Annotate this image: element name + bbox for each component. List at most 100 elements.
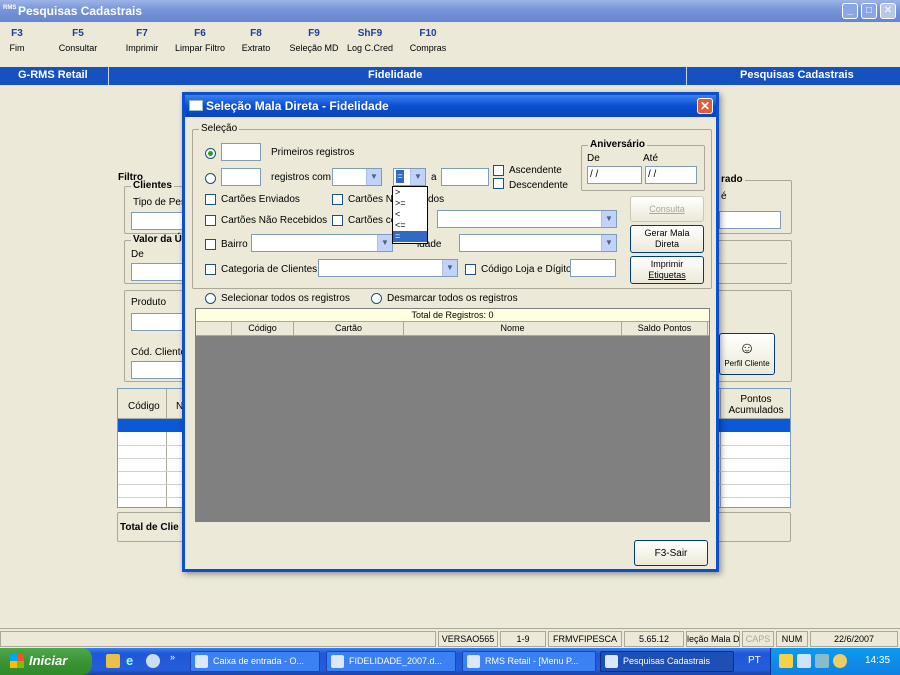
chevron-down-icon: ▼ bbox=[410, 169, 425, 185]
close-button[interactable]: ✕ bbox=[880, 3, 896, 19]
taskbar: Iniciar e » Caixa de entrada - O... FIDE… bbox=[0, 648, 900, 675]
operator-option[interactable]: > bbox=[393, 187, 427, 198]
cidade-select[interactable]: ▼ bbox=[459, 234, 617, 252]
operator-option-selected[interactable]: = bbox=[393, 231, 427, 242]
valor-ate-input[interactable] bbox=[441, 168, 489, 186]
sair-button[interactable]: F3-Sair bbox=[634, 540, 708, 566]
valor-group: Valor da Ú De bbox=[124, 234, 191, 284]
primeiros-radio[interactable] bbox=[205, 148, 216, 159]
cartoes-nao-recebidos-checkbox[interactable] bbox=[205, 215, 216, 226]
status-page: 1-9 bbox=[500, 631, 546, 647]
right-filter-group: rado é bbox=[712, 174, 792, 234]
desmarcar-todos-radio[interactable] bbox=[371, 293, 382, 304]
f8-button[interactable]: F8 Extrato bbox=[236, 28, 276, 53]
aniversario-ate-input[interactable]: / / bbox=[645, 166, 697, 184]
selecionar-todos-radio[interactable] bbox=[205, 293, 216, 304]
window-icon bbox=[189, 100, 203, 111]
aniversario-de-input[interactable]: / / bbox=[587, 166, 642, 184]
system-tray: 14:35 bbox=[770, 648, 900, 675]
mala-direta-dialog: Seleção Mala Direta - Fidelidade ✕ Seleç… bbox=[182, 92, 719, 572]
operator-option[interactable]: >= bbox=[393, 198, 427, 209]
f5-button[interactable]: F5 Consultar bbox=[56, 28, 100, 53]
f9-button[interactable]: F9 Seleção MD bbox=[286, 28, 342, 53]
app-icon: RMS bbox=[3, 5, 17, 11]
status-form: FRMVFIPESCA bbox=[548, 631, 622, 647]
operator-dropdown-list[interactable]: > >= < <= = bbox=[392, 186, 428, 244]
chevron-down-icon: ▼ bbox=[377, 235, 392, 251]
col-saldo-pontos: Saldo Pontos bbox=[622, 322, 708, 336]
operator-select[interactable]: = ▼ bbox=[393, 168, 426, 186]
dialog-title: Seleção Mala Direta - Fidelidade bbox=[206, 99, 389, 113]
categoria-checkbox[interactable] bbox=[205, 264, 216, 275]
f3-button[interactable]: F3 Fim bbox=[2, 28, 32, 53]
desktop-icon[interactable] bbox=[106, 654, 120, 668]
start-button[interactable]: Iniciar bbox=[0, 648, 92, 675]
bairro-checkbox[interactable] bbox=[205, 239, 216, 250]
screen-name: Pesquisas Cadastrais bbox=[740, 69, 854, 81]
operator-option[interactable]: < bbox=[393, 209, 427, 220]
chevron-down-icon: ▼ bbox=[601, 235, 616, 251]
f7-button[interactable]: F7 Imprimir bbox=[120, 28, 164, 53]
shf9-button[interactable]: ShF9 Log C.Cred bbox=[343, 28, 397, 53]
task-outlook[interactable]: Caixa de entrada - O... bbox=[190, 651, 320, 672]
status-build: 5.65.12 bbox=[624, 631, 684, 647]
col-codigo: Código bbox=[232, 322, 294, 336]
status-caps: CAPS bbox=[742, 631, 774, 647]
task-pesquisas[interactable]: Pesquisas Cadastrais bbox=[600, 651, 734, 672]
tray-icon[interactable] bbox=[797, 654, 811, 668]
cartoes-select[interactable]: ▼ bbox=[437, 210, 617, 228]
imprimir-etiquetas-button[interactable]: Imprimir Etiquetas bbox=[630, 256, 704, 284]
chevron-down-icon: ▼ bbox=[442, 260, 457, 276]
chevron-down-icon: ▼ bbox=[601, 211, 616, 227]
mail-icon[interactable] bbox=[146, 654, 160, 668]
consulta-button[interactable]: Consulta bbox=[630, 196, 704, 222]
col-pontos: Pontos Acumulados bbox=[728, 394, 784, 416]
dialog-close-button[interactable]: ✕ bbox=[697, 98, 713, 114]
categoria-select[interactable]: ▼ bbox=[318, 259, 458, 277]
module-name: Fidelidade bbox=[368, 69, 423, 81]
operator-option[interactable]: <= bbox=[393, 220, 427, 231]
cartoes-co-checkbox[interactable] bbox=[332, 215, 343, 226]
f10-button[interactable]: F10 Compras bbox=[405, 28, 451, 53]
maximize-button[interactable]: □ bbox=[861, 3, 877, 19]
col-nome: Nome bbox=[404, 322, 622, 336]
status-num: NUM bbox=[776, 631, 808, 647]
ie-icon[interactable]: e bbox=[126, 653, 133, 668]
f6-button[interactable]: F6 Limpar Filtro bbox=[170, 28, 230, 53]
right-group-2 bbox=[712, 240, 792, 284]
codigo-loja-input[interactable] bbox=[570, 259, 616, 277]
campo-select[interactable]: ▼ bbox=[332, 168, 382, 186]
task-word[interactable]: FIDELIDADE_2007.d... bbox=[326, 651, 456, 672]
minimize-button[interactable]: _ bbox=[842, 3, 858, 19]
right-group-3: ☺ Perfil Cliente bbox=[712, 290, 792, 382]
registros-com-radio[interactable] bbox=[205, 173, 216, 184]
tray-icon[interactable] bbox=[779, 654, 793, 668]
language-indicator[interactable]: PT bbox=[748, 655, 761, 666]
codigo-loja-checkbox[interactable] bbox=[465, 264, 476, 275]
status-date: 22/6/2007 bbox=[810, 631, 898, 647]
primeiros-input[interactable] bbox=[221, 143, 261, 161]
descendente-checkbox[interactable] bbox=[493, 178, 504, 189]
perfil-cliente-button[interactable]: ☺ Perfil Cliente bbox=[719, 333, 775, 375]
registros-qtd-input[interactable] bbox=[221, 168, 261, 186]
tray-icon[interactable] bbox=[815, 654, 829, 668]
ascendente-checkbox[interactable] bbox=[493, 165, 504, 176]
app-name: G-RMS Retail bbox=[18, 69, 88, 81]
total-registros-label: Total de Registros: 0 bbox=[196, 309, 709, 322]
bairro-select[interactable]: ▼ bbox=[251, 234, 393, 252]
task-rms-menu[interactable]: RMS Retail - [Menu P... bbox=[462, 651, 596, 672]
cartoes-nao-enviados-checkbox[interactable] bbox=[332, 194, 343, 205]
window-title: Pesquisas Cadastrais bbox=[18, 4, 143, 18]
cartoes-enviados-checkbox[interactable] bbox=[205, 194, 216, 205]
tray-icon[interactable] bbox=[833, 654, 847, 668]
col-codigo: Código bbox=[128, 401, 160, 412]
chevron-right-icon[interactable]: » bbox=[170, 652, 175, 662]
registros-grid[interactable]: Total de Registros: 0 Código Cartão Nome… bbox=[195, 308, 710, 522]
windows-logo-icon bbox=[10, 654, 24, 668]
status-version: VERSAO565 bbox=[438, 631, 498, 647]
title-bar: RMS Pesquisas Cadastrais _ □ ✕ bbox=[0, 0, 900, 22]
right-filter-input[interactable] bbox=[719, 211, 781, 229]
dialog-title-bar: Seleção Mala Direta - Fidelidade ✕ bbox=[185, 95, 716, 117]
gerar-mala-direta-button[interactable]: Gerar Mala Direta bbox=[630, 225, 704, 253]
status-bar: VERSAO565 1-9 FRMVFIPESCA 5.65.12 leção … bbox=[0, 628, 900, 648]
